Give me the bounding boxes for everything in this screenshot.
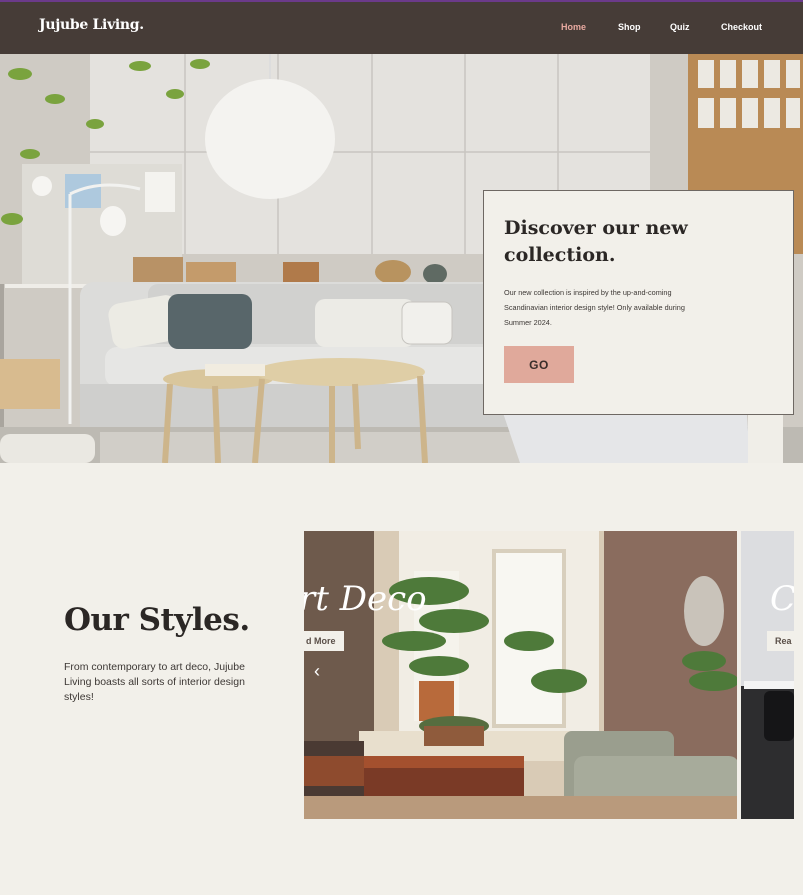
slide-read-more-button[interactable]: d More	[304, 631, 344, 651]
styles-description: From contemporary to art deco, Jujube Li…	[64, 661, 245, 703]
collection-title: Discover our new collection.	[504, 217, 688, 266]
slide-read-more-button-next[interactable]: Rea	[767, 631, 794, 651]
hero-banner: Discover our new collection. Our new col…	[0, 54, 803, 463]
brand-logo[interactable]: Jujube Living.	[39, 17, 144, 33]
nav-home[interactable]: Home	[561, 22, 586, 32]
collection-description: Our new collection is inspired by the up…	[504, 288, 685, 327]
slide-title-next: C	[770, 579, 794, 619]
collection-card: Discover our new collection. Our new col…	[483, 190, 794, 415]
navbar: Jujube Living. Home Shop Quiz Checkout	[0, 2, 803, 54]
go-button[interactable]: GO	[504, 346, 574, 383]
carousel-prev-icon[interactable]: ‹	[314, 661, 320, 682]
styles-heading: Our Styles.	[64, 602, 250, 638]
slide-title-art-deco: rt Deco	[304, 579, 427, 619]
nav-quiz[interactable]: Quiz	[670, 22, 690, 32]
carousel-images	[304, 531, 794, 819]
nav-checkout[interactable]: Checkout	[721, 22, 762, 32]
nav-shop[interactable]: Shop	[618, 22, 641, 32]
styles-carousel[interactable]: rt Deco d More C Rea ‹	[304, 531, 794, 819]
